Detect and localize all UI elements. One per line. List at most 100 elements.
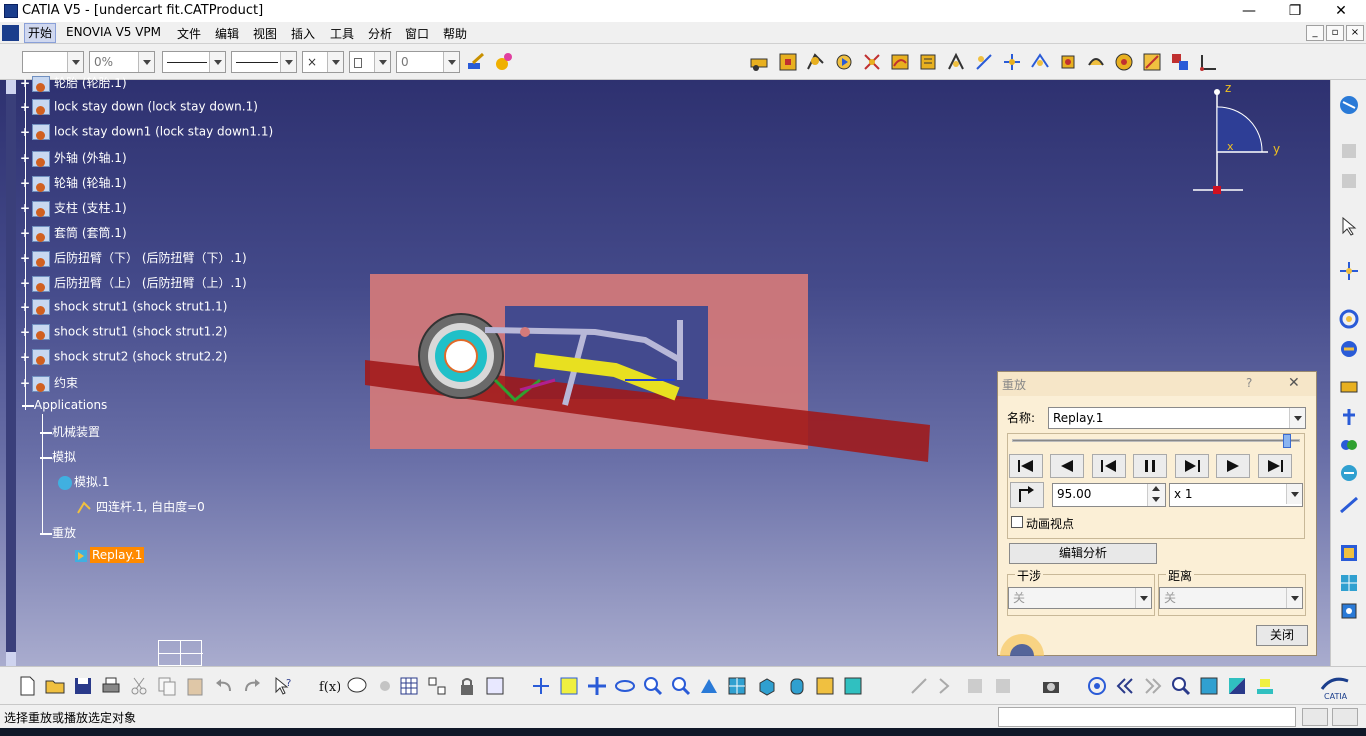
stack-icon[interactable] — [1338, 140, 1360, 162]
paste-icon[interactable] — [184, 675, 206, 697]
analysis-icon[interactable] — [1113, 51, 1135, 73]
tree-item[interactable]: + 套筒 (套筒.1) — [20, 224, 127, 242]
clash-detection-icon[interactable] — [1338, 434, 1360, 456]
step-backward-button[interactable] — [1092, 454, 1126, 478]
expand-icon[interactable]: + — [20, 76, 32, 90]
expand-icon[interactable]: + — [20, 201, 32, 215]
jump-to-end-button[interactable] — [1258, 454, 1292, 478]
tree-linkage[interactable]: 四连杆.1, 自由度=0 — [76, 498, 205, 515]
camera-icon[interactable] — [1040, 675, 1062, 697]
close-button[interactable]: ✕ — [1318, 0, 1364, 22]
cut-icon[interactable] — [128, 675, 150, 697]
tree-simulation[interactable]: 模拟 — [40, 448, 76, 465]
copy-icon[interactable] — [156, 675, 178, 697]
sensor-icon[interactable] — [917, 51, 939, 73]
transparency-combo[interactable]: 0% — [89, 51, 155, 73]
expand-icon[interactable]: + — [20, 251, 32, 265]
tree-item[interactable]: + shock strut1 (shock strut1.2) — [20, 324, 227, 340]
tree-replay-item[interactable]: Replay.1 — [74, 547, 145, 563]
expand-icon[interactable]: + — [20, 276, 32, 290]
command-icon[interactable] — [861, 51, 883, 73]
dmu-nav-icon[interactable] — [908, 675, 930, 697]
pan-icon[interactable] — [586, 675, 608, 697]
swap-space-icon[interactable] — [842, 675, 864, 697]
menu-analysis[interactable]: 分析 — [368, 25, 392, 42]
constraint-icon[interactable] — [1338, 462, 1360, 484]
print-icon[interactable] — [100, 675, 122, 697]
tree-replay-folder[interactable]: 重放 — [40, 524, 76, 541]
zoom-in-icon[interactable] — [642, 675, 664, 697]
menu-start[interactable]: 开始 — [24, 23, 57, 43]
hide-show-icon[interactable] — [814, 675, 836, 697]
painter-icon[interactable] — [465, 51, 487, 73]
tree-item[interactable]: + shock strut1 (shock strut1.1) — [20, 299, 227, 315]
speed-acceleration-icon[interactable] — [1085, 51, 1107, 73]
play-forward-button[interactable] — [1216, 454, 1250, 478]
menu-edit[interactable]: 编辑 — [215, 25, 239, 42]
tree-scroll-up-button[interactable] — [6, 80, 16, 94]
timeline-slider-thumb[interactable] — [1282, 434, 1291, 448]
lighting-icon[interactable] — [1226, 675, 1248, 697]
compile-simulation-icon[interactable] — [945, 51, 967, 73]
help-icon[interactable]: ? — [1246, 376, 1252, 390]
expand-icon[interactable]: + — [20, 300, 32, 314]
rendering-style-combo[interactable] — [349, 51, 391, 73]
workbench-icon[interactable] — [1338, 94, 1360, 116]
jump-to-start-button[interactable] — [1009, 454, 1043, 478]
pattern-icon[interactable] — [1338, 572, 1360, 594]
dmu-nav2-icon[interactable] — [936, 675, 958, 697]
catalog-icon[interactable] — [426, 675, 448, 697]
tree-item[interactable]: + 轮胎 (轮胎.1) — [20, 74, 127, 92]
swept-volume-icon[interactable] — [1029, 51, 1051, 73]
expand-icon[interactable]: + — [20, 151, 32, 165]
timeline-slider-track[interactable] — [1012, 434, 1300, 448]
command-input[interactable] — [998, 707, 1296, 727]
law-icon[interactable] — [889, 51, 911, 73]
graphic-properties-icon[interactable] — [493, 51, 515, 73]
menu-tools[interactable]: 工具 — [330, 25, 354, 42]
tree-scroll-track[interactable] — [6, 80, 16, 666]
snap-icon[interactable] — [1338, 338, 1360, 360]
tree-item[interactable]: + shock strut2 (shock strut2.2) — [20, 349, 227, 365]
stack2-icon[interactable] — [1338, 170, 1360, 192]
distance-combo[interactable]: 关 — [1159, 587, 1303, 609]
color-combo[interactable] — [22, 51, 84, 73]
mdi-minimize-button[interactable]: _ — [1306, 25, 1324, 41]
menu-enovia[interactable]: ENOVIA V5 VPM — [66, 25, 161, 39]
minimize-button[interactable]: — — [1226, 0, 1272, 22]
animate-viewpoint-checkbox[interactable] — [1011, 516, 1023, 528]
expand-icon[interactable]: + — [20, 226, 32, 240]
line-type-combo[interactable] — [231, 51, 297, 73]
tree-item[interactable]: + 后防扭臂（上） (后防扭臂（上）.1) — [20, 274, 247, 292]
rotate-view-icon[interactable] — [614, 675, 636, 697]
tree-item[interactable]: + lock stay down (lock stay down.1) — [20, 99, 258, 115]
tree-item[interactable]: + 轮轴 (轮轴.1) — [20, 174, 127, 192]
comment-icon[interactable] — [346, 675, 368, 697]
product-icon[interactable] — [1338, 600, 1360, 622]
sectioning-icon[interactable] — [1338, 542, 1360, 564]
simulation-icon[interactable] — [833, 51, 855, 73]
save-icon[interactable] — [72, 675, 94, 697]
line-thickness-combo[interactable] — [162, 51, 226, 73]
mdi-close-button[interactable]: × — [1346, 25, 1364, 41]
distance-band-icon[interactable] — [1141, 51, 1163, 73]
fixed-part-icon[interactable] — [777, 51, 799, 73]
whats-this-icon[interactable]: ? — [272, 675, 294, 697]
explode-icon[interactable] — [1338, 376, 1360, 398]
formula-icon[interactable]: f(x) — [318, 675, 340, 697]
catia-logo-icon[interactable] — [2, 25, 19, 41]
hierarchy-icon[interactable] — [484, 675, 506, 697]
tree-simulation-1[interactable]: 模拟.1 — [58, 473, 109, 490]
compass-widget[interactable] — [1188, 80, 1288, 200]
status-button-2[interactable] — [1332, 708, 1358, 726]
time-step-spinner[interactable] — [1147, 484, 1165, 506]
knowledge-icon[interactable] — [374, 675, 396, 697]
manipulation-icon[interactable] — [1338, 406, 1360, 428]
replay-name-combo[interactable]: Replay.1 — [1048, 407, 1306, 429]
iso-view-icon[interactable] — [756, 675, 778, 697]
magnifier-icon[interactable] — [1170, 675, 1192, 697]
tree-scroll-down-button[interactable] — [6, 652, 16, 666]
mdi-restore-button[interactable]: ▫ — [1326, 25, 1344, 41]
speed-combo[interactable]: x 1 — [1169, 483, 1303, 507]
multi-view-icon[interactable] — [726, 675, 748, 697]
